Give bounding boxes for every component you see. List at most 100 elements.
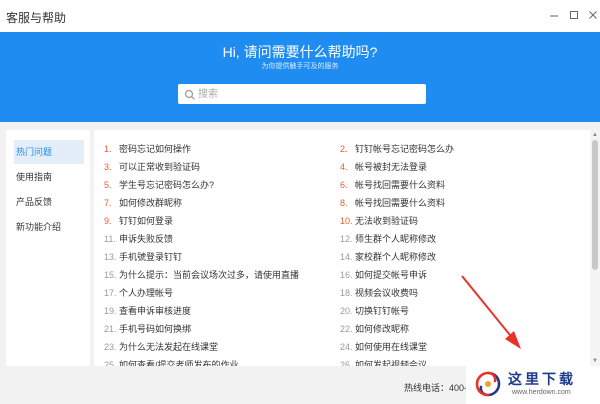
question-text[interactable]: 钉钉帐号忘记密码怎么办 xyxy=(355,144,454,154)
question-item[interactable]: 7. 如何修改群昵称 xyxy=(104,194,299,212)
question-number: 21. xyxy=(104,324,117,334)
question-number: 13. xyxy=(104,252,117,262)
search-box[interactable] xyxy=(178,84,426,104)
question-item[interactable]: 10. 无法收到验证码 xyxy=(340,212,454,230)
question-number: 9. xyxy=(104,216,112,226)
question-text[interactable]: 帐号被封无法登录 xyxy=(355,162,427,172)
question-text[interactable]: 申诉失败反馈 xyxy=(119,234,173,244)
question-item[interactable]: 5. 学生号忘记密码怎么办? xyxy=(104,176,299,194)
question-number: 12. xyxy=(340,234,353,244)
sidebar-item[interactable]: 产品反馈 xyxy=(14,190,84,214)
question-number: 11. xyxy=(104,234,116,244)
question-item[interactable]: 13. 手机號登录钉钉 xyxy=(104,248,299,266)
question-item[interactable]: 1. 密码忘记如何操作 xyxy=(104,140,299,158)
question-number: 2. xyxy=(340,144,348,154)
scrollbar-thumb[interactable] xyxy=(592,140,598,270)
sidebar-item[interactable]: 新功能介绍 xyxy=(14,215,84,239)
question-text[interactable]: 手机號登录钉钉 xyxy=(119,252,182,262)
question-item[interactable]: 6. 帐号找回需要什么资料 xyxy=(340,176,454,194)
scroll-up-icon[interactable]: ▲ xyxy=(590,130,600,140)
question-item[interactable]: 16. 如何提交帐号申诉 xyxy=(340,266,454,284)
sidebar: 热门问题 使用指南 产品反馈 新功能介绍 xyxy=(6,130,90,366)
question-text[interactable]: 钉钉如何登录 xyxy=(119,216,173,226)
watermark: 这里下载 www.herdown.com xyxy=(466,366,600,404)
question-number: 18. xyxy=(340,288,353,298)
question-item[interactable]: 20. 切换钉钉帐号 xyxy=(340,302,454,320)
sidebar-item[interactable]: 热门问题 xyxy=(14,140,84,164)
question-item[interactable]: 24. 如何使用在线课堂 xyxy=(340,338,454,356)
question-item[interactable]: 8. 帐号找回需要什么资料 xyxy=(340,194,454,212)
question-number: 10. xyxy=(340,216,353,226)
question-text[interactable]: 帐号找回需要什么资料 xyxy=(355,198,445,208)
search-icon xyxy=(184,88,196,100)
question-item[interactable]: 17. 个人办理帐号 xyxy=(104,284,299,302)
question-text[interactable]: 如何使用在线课堂 xyxy=(355,342,427,352)
question-item[interactable]: 23. 为什么无法发起在线课堂 xyxy=(104,338,299,356)
maximize-icon[interactable] xyxy=(566,8,582,24)
question-item[interactable]: 19. 查看申诉审核进度 xyxy=(104,302,299,320)
question-item[interactable]: 21. 手机号码如何换绑 xyxy=(104,320,299,338)
question-number: 1. xyxy=(104,144,112,154)
question-number: 6. xyxy=(340,180,348,190)
question-number: 26. xyxy=(340,360,353,366)
question-text[interactable]: 可以正常收到验证码 xyxy=(119,162,200,172)
watermark-text: 这里下载 xyxy=(508,371,576,387)
question-number: 17. xyxy=(104,288,117,298)
title-bar: 客服与帮助 xyxy=(0,0,600,32)
question-number: 7. xyxy=(104,198,112,208)
window-title: 客服与帮助 xyxy=(6,11,67,25)
question-text[interactable]: 为什么无法发起在线课堂 xyxy=(119,342,218,352)
question-text[interactable]: 如何提交帐号申诉 xyxy=(355,270,427,280)
scroll-down-icon[interactable]: ▼ xyxy=(590,356,600,366)
question-text[interactable]: 密码忘记如何操作 xyxy=(119,144,191,154)
question-number: 19. xyxy=(104,306,117,316)
question-number: 4. xyxy=(340,162,348,172)
question-item[interactable]: 3. 可以正常收到验证码 xyxy=(104,158,299,176)
question-text[interactable]: 个人办理帐号 xyxy=(119,288,173,298)
search-input[interactable] xyxy=(198,84,420,104)
question-item[interactable]: 12. 师生群个人昵称修改 xyxy=(340,230,454,248)
question-item[interactable]: 9. 钉钉如何登录 xyxy=(104,212,299,230)
question-text[interactable]: 查看申诉审核进度 xyxy=(119,306,191,316)
question-item[interactable]: 2. 钉钉帐号忘记密码怎么办 xyxy=(340,140,454,158)
question-number: 24. xyxy=(340,342,353,352)
question-number: 22. xyxy=(340,324,353,334)
question-item[interactable]: 26. 如何发起视频会议 xyxy=(340,356,454,366)
question-item[interactable]: 22. 如何修改昵称 xyxy=(340,320,454,338)
question-number: 25. xyxy=(104,360,117,366)
question-text[interactable]: 帐号找回需要什么资料 xyxy=(355,180,445,190)
question-text[interactable]: 家校群个人昵称修改 xyxy=(355,252,436,262)
question-item[interactable]: 14. 家校群个人昵称修改 xyxy=(340,248,454,266)
question-number: 16. xyxy=(340,270,353,280)
question-item[interactable]: 4. 帐号被封无法登录 xyxy=(340,158,454,176)
question-text[interactable]: 师生群个人昵称修改 xyxy=(355,234,436,244)
question-number: 15. xyxy=(104,270,117,280)
minimize-icon[interactable] xyxy=(546,8,562,24)
question-item[interactable]: 15. 为什么提示：当前会议场次过多，请使用直播 xyxy=(104,266,299,284)
watermark-url: www.herdown.com xyxy=(512,389,571,396)
questions-panel: 1. 密码忘记如何操作 3. 可以正常收到验证码 5. 学生号忘记密码怎么办? 7. 如何修改… xyxy=(94,130,590,366)
question-text[interactable]: 无法收到验证码 xyxy=(355,216,418,226)
question-text[interactable]: 如何修改群昵称 xyxy=(119,198,182,208)
question-number: 5. xyxy=(104,180,112,190)
question-text[interactable]: 学生号忘记密码怎么办? xyxy=(119,180,214,190)
question-text[interactable]: 视频会议收费吗 xyxy=(355,288,418,298)
questions-column-left: 1. 密码忘记如何操作 3. 可以正常收到验证码 5. 学生号忘记密码怎么办? 7. 如何修改… xyxy=(104,140,299,366)
banner-heading: Hi, 请问需要什么帮助吗? xyxy=(222,44,378,60)
close-icon[interactable] xyxy=(585,8,600,24)
questions-column-right: 2. 钉钉帐号忘记密码怎么办 4. 帐号被封无法登录 6. 帐号找回需要什么资料 8. 帐号找… xyxy=(340,140,454,366)
question-item[interactable]: 18. 视频会议收费吗 xyxy=(340,284,454,302)
scrollbar[interactable]: ▲ ▼ xyxy=(590,130,600,366)
question-number: 14. xyxy=(340,252,353,262)
sidebar-item[interactable]: 使用指南 xyxy=(14,165,84,189)
question-item[interactable]: 25. 如何查看/提交老师发布的作业 xyxy=(104,356,299,366)
question-text[interactable]: 为什么提示：当前会议场次过多，请使用直播 xyxy=(119,270,299,280)
question-item[interactable]: 11. 申诉失败反馈 xyxy=(104,230,299,248)
help-banner: Hi, 请问需要什么帮助吗? 为你提供触手可及的服务 xyxy=(0,32,600,122)
question-text[interactable]: 切换钉钉帐号 xyxy=(355,306,409,316)
question-text[interactable]: 如何修改昵称 xyxy=(355,324,409,334)
question-number: 3. xyxy=(104,162,112,172)
question-number: 23. xyxy=(104,342,117,352)
banner-subheading: 为你提供触手可及的服务 xyxy=(261,63,339,70)
question-text[interactable]: 手机号码如何换绑 xyxy=(119,324,191,334)
